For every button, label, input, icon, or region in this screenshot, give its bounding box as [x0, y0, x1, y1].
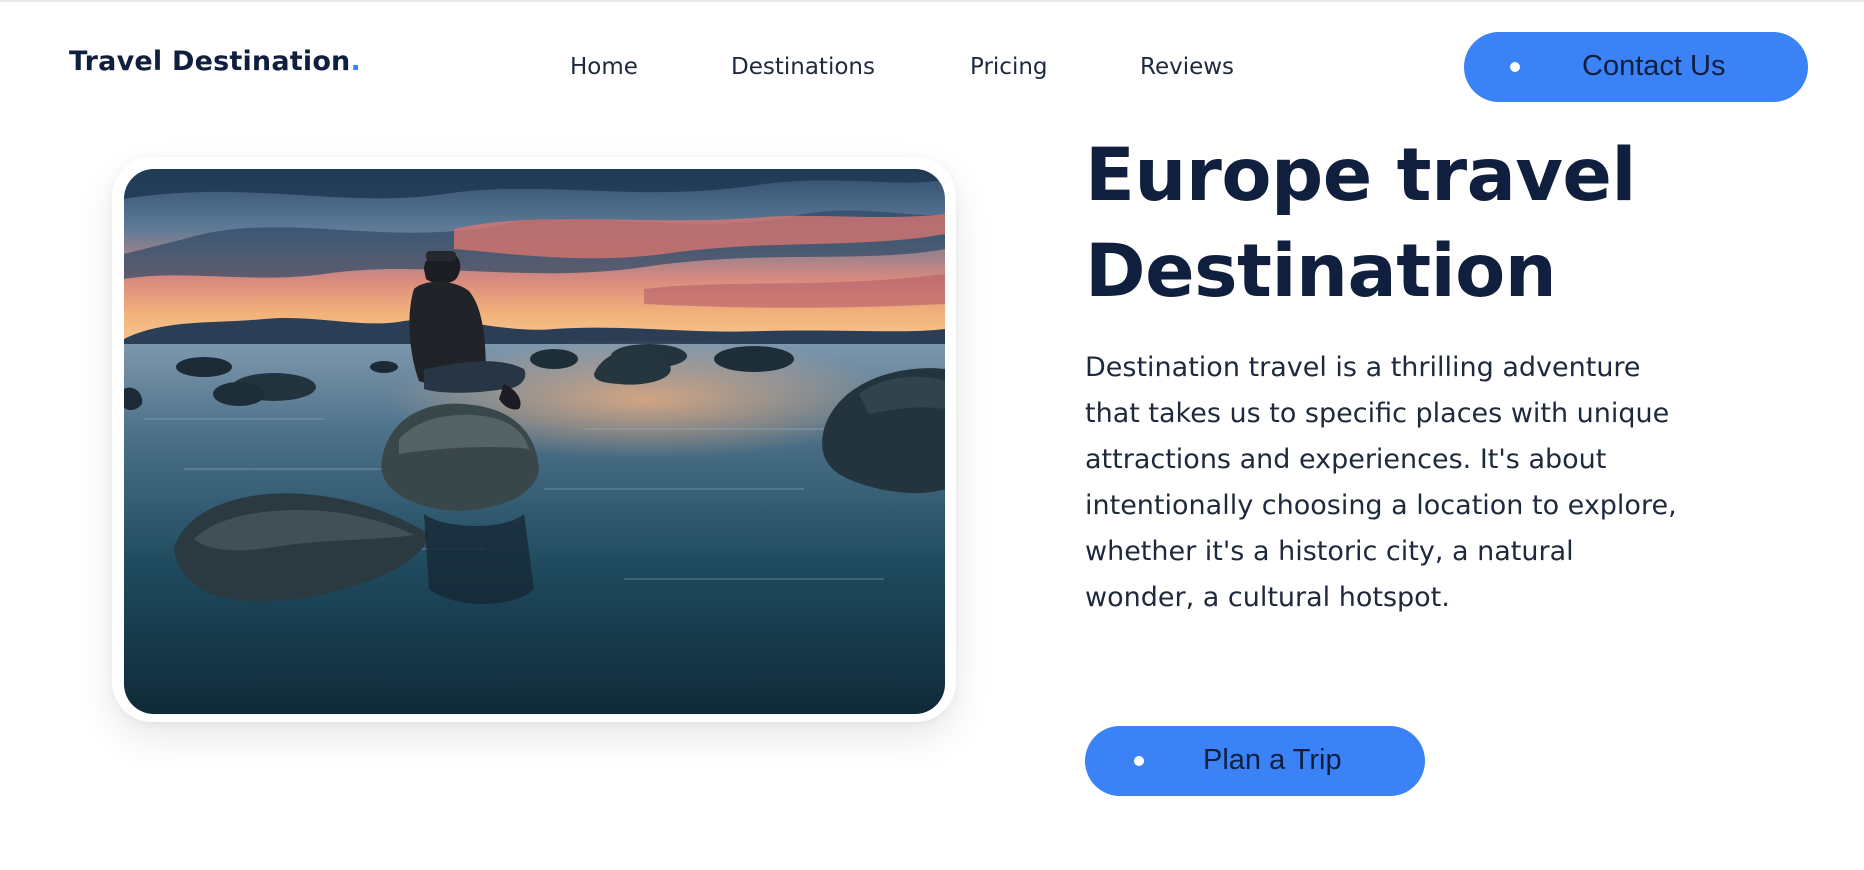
nav-link-destinations[interactable]: Destinations: [731, 54, 875, 80]
bullet-dot-icon: [1134, 756, 1144, 766]
nav-link-home[interactable]: Home: [570, 54, 638, 80]
logo-dot: .: [350, 46, 361, 77]
site-logo[interactable]: Travel Destination.: [69, 46, 361, 77]
hero-description: Destination travel is a thrilling advent…: [1085, 352, 1677, 613]
logo-text: Travel Destination: [69, 46, 351, 77]
plan-a-trip-label: Plan a Trip: [1203, 744, 1342, 776]
nav-link-reviews[interactable]: Reviews: [1140, 54, 1234, 80]
plan-a-trip-button[interactable]: Plan a Trip: [1085, 726, 1425, 796]
bullet-dot-icon: [1510, 62, 1520, 72]
nav-link-pricing[interactable]: Pricing: [970, 54, 1048, 80]
top-border: [0, 0, 1864, 2]
hero-image: [124, 169, 945, 714]
contact-us-button[interactable]: Contact Us: [1464, 32, 1808, 102]
hero-heading: Europe travel Destination: [1085, 133, 1636, 314]
contact-us-label: Contact Us: [1582, 50, 1726, 82]
